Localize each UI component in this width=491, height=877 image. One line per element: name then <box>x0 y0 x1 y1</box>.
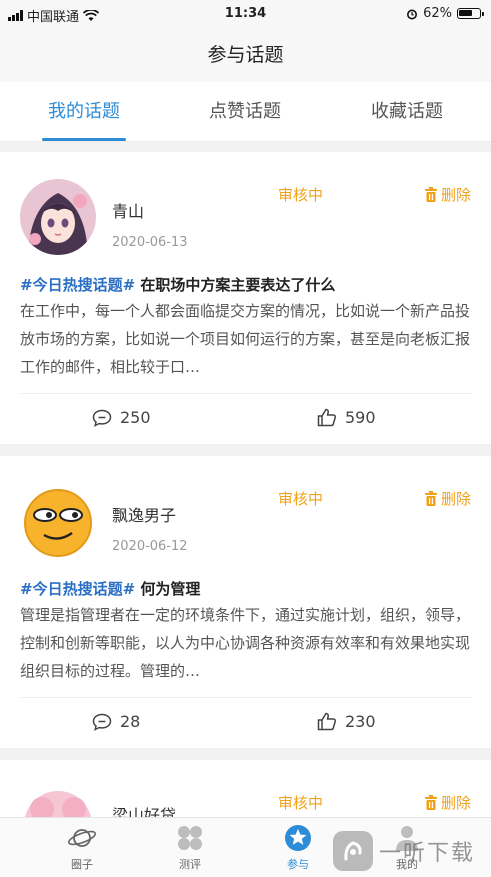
post-title[interactable]: #今日热搜话题# 在职场中方案主要表达了什么 <box>20 274 471 295</box>
active-tab-indicator <box>42 138 126 141</box>
page-title: 参与话题 <box>0 28 491 82</box>
battery-icon <box>457 8 484 19</box>
username[interactable]: 梁山好贷 <box>112 802 176 817</box>
thumbs-up-icon <box>317 408 337 427</box>
tabbar-item-review[interactable]: 测评 <box>155 822 225 872</box>
comment-button[interactable]: 250 <box>92 408 151 427</box>
avatar[interactable] <box>20 787 96 817</box>
battery-percent: 62% <box>423 6 452 21</box>
comment-count: 28 <box>120 712 141 731</box>
post-date: 2020-06-13 <box>112 235 188 250</box>
post-title[interactable]: #今日热搜话题# 何为管理 <box>20 578 471 599</box>
topic-card[interactable]: 飘逸男子 2020-06-12 审核中 删除 #今日热搜话题# 何为管理 管理是… <box>0 456 491 748</box>
tabbar-label: 参与 <box>287 858 309 871</box>
tabbar-item-participate[interactable]: 参与 <box>263 822 333 872</box>
status-bar: 中国联通 11:34 62% <box>0 0 491 28</box>
status-right: 62% <box>406 6 484 21</box>
post-date: 2020-06-12 <box>112 539 188 554</box>
divider <box>20 393 471 394</box>
thumbs-up-icon <box>317 712 337 731</box>
tab-saved-topics[interactable]: 收藏话题 <box>337 82 477 142</box>
tabbar-item-circle[interactable]: 圈子 <box>47 822 117 872</box>
planet-icon <box>67 829 97 847</box>
delete-label: 删除 <box>440 490 471 508</box>
status-badge: 审核中 <box>278 490 324 508</box>
watermark: 一听下载 <box>333 825 491 877</box>
delete-button[interactable]: 删除 <box>424 792 471 813</box>
comment-icon <box>92 409 112 427</box>
trash-icon <box>424 187 437 202</box>
trash-icon <box>424 795 437 810</box>
tabbar-label: 测评 <box>179 858 201 871</box>
like-count: 230 <box>345 712 376 731</box>
comment-count: 250 <box>120 408 151 427</box>
post-title-text: 在职场中方案主要表达了什么 <box>140 276 336 294</box>
avatar[interactable] <box>20 483 96 559</box>
status-badge: 审核中 <box>278 186 324 204</box>
post-title-text: 何为管理 <box>140 580 201 598</box>
tab-my-topics[interactable]: 我的话题 <box>14 82 154 142</box>
tab-liked-topics[interactable]: 点赞话题 <box>175 82 315 142</box>
username[interactable]: 飘逸男子 <box>112 502 176 526</box>
delete-button[interactable]: 删除 <box>424 184 471 205</box>
like-button[interactable]: 230 <box>317 712 376 731</box>
like-button[interactable]: 590 <box>317 408 376 427</box>
divider <box>20 697 471 698</box>
delete-button[interactable]: 删除 <box>424 488 471 509</box>
like-count: 590 <box>345 408 376 427</box>
tab-bar-top: 我的话题 点赞话题 收藏话题 <box>0 82 491 142</box>
post-body: 在工作中，每一个人都会面临提交方案的情况，比如说一个新产品投放市场的方案，比如说… <box>20 302 471 376</box>
alarm-icon <box>407 9 418 19</box>
username[interactable]: 青山 <box>112 198 144 222</box>
avatar[interactable] <box>20 179 96 255</box>
topic-card[interactable]: 青山 2020-06-13 审核中 删除 #今日热搜话题# 在职场中方案主要表达… <box>0 152 491 444</box>
status-badge: 审核中 <box>278 794 324 812</box>
delete-label: 删除 <box>440 794 471 812</box>
post-body: 管理是指管理者在一定的环境条件下，通过实施计划，组织，领导，控制和创新等职能，以… <box>20 606 471 680</box>
comment-icon <box>92 713 112 731</box>
tabbar-label: 圈子 <box>71 858 93 871</box>
watermark-logo-icon <box>333 831 373 871</box>
star-badge-icon <box>285 825 311 851</box>
topic-tag[interactable]: #今日热搜话题# <box>20 276 135 294</box>
grid-icon <box>178 826 202 850</box>
topic-card[interactable]: 梁山好贷 审核中 删除 <box>0 760 491 817</box>
delete-label: 删除 <box>440 186 471 204</box>
topic-tag[interactable]: #今日热搜话题# <box>20 580 135 598</box>
watermark-text: 一听下载 <box>379 841 476 866</box>
trash-icon <box>424 491 437 506</box>
comment-button[interactable]: 28 <box>92 712 140 731</box>
